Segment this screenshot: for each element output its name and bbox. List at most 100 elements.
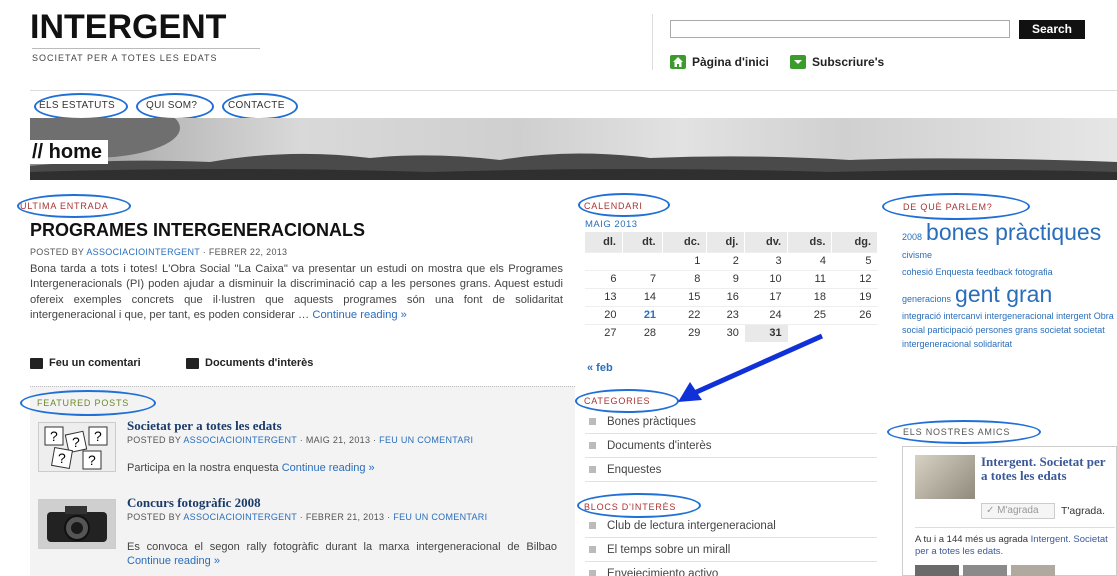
- calendar-day-header: dv.: [744, 232, 789, 252]
- site-title[interactable]: INTERGENT: [30, 8, 226, 47]
- search-input[interactable]: [670, 20, 1010, 38]
- search-button[interactable]: Search: [1019, 20, 1085, 39]
- calendar-day-cell[interactable]: 21: [622, 305, 663, 324]
- continue-reading-link[interactable]: Continue reading »: [312, 309, 407, 321]
- calendar-day-cell: 11: [787, 269, 832, 288]
- calendar-day-cell: 3: [744, 251, 788, 270]
- page-title: // home: [30, 140, 109, 164]
- calendar-day-header: dt.: [622, 232, 663, 252]
- comment-link[interactable]: FEU UN COMENTARI: [379, 435, 473, 445]
- calendar-day-cell: 15: [662, 287, 707, 306]
- post-title[interactable]: PROGRAMES INTERGENERACIONALS: [30, 220, 365, 241]
- tag-link[interactable]: solidaritat: [974, 339, 1013, 349]
- calendar-day-cell: 28: [622, 323, 663, 342]
- tag-link[interactable]: feedback: [976, 267, 1013, 277]
- calendar-month: MAIG 2013: [585, 219, 638, 230]
- tag-link[interactable]: intercanvi intergeneracional: [944, 311, 1054, 321]
- like-button[interactable]: ✓ M'agrada: [981, 503, 1055, 519]
- continue-reading-link[interactable]: Continue reading »: [127, 555, 220, 567]
- author-link[interactable]: ASSOCIACIOINTERGENT: [183, 435, 297, 445]
- comment-link[interactable]: FEU UN COMENTARI: [393, 512, 487, 522]
- continue-reading-link[interactable]: Continue reading »: [282, 462, 375, 474]
- tag-link[interactable]: integració: [902, 311, 941, 321]
- category-item[interactable]: Documents d'interès: [585, 434, 877, 458]
- featured-post-title[interactable]: Concurs fotogràfic 2008: [127, 495, 261, 511]
- category-item[interactable]: Enquestes: [585, 458, 877, 482]
- svg-text:?: ?: [50, 428, 58, 444]
- calendar-day-header: dl.: [585, 232, 623, 252]
- like-status: T'agrada.: [1061, 505, 1106, 517]
- documents-link[interactable]: Documents d'interès: [186, 357, 313, 369]
- comment-link[interactable]: Feu un comentari: [30, 357, 141, 369]
- excerpt-text: Es convoca el segon rally fotogràfic dur…: [127, 541, 557, 553]
- fb-page-name[interactable]: Intergent. Societat per a totes les edat…: [981, 455, 1111, 483]
- calendar-day-cell: 1: [662, 251, 707, 270]
- tag-link[interactable]: intergent: [1056, 311, 1091, 321]
- nav-item-qui-som[interactable]: QUI SOM?: [146, 100, 197, 111]
- calendar-prev-link[interactable]: « feb: [587, 362, 613, 374]
- subscribe-icon: [790, 55, 806, 69]
- post-meta-prefix: POSTED BY: [30, 247, 87, 257]
- blog-link-item[interactable]: Club de lectura intergeneracional: [585, 514, 877, 538]
- category-item[interactable]: Bones pràctiques: [585, 410, 877, 434]
- section-label-friends: ELS NOSTRES AMICS: [903, 427, 1011, 437]
- tag-link[interactable]: Enquesta: [936, 267, 974, 277]
- tag-link[interactable]: generacions: [902, 292, 951, 306]
- header-divider: [652, 14, 653, 70]
- tag-link[interactable]: societat: [1040, 325, 1071, 335]
- blog-link-item[interactable]: Envejecimiento activo: [585, 562, 877, 576]
- calendar-day-header: ds.: [787, 232, 833, 252]
- subscribe-link-label: Subscriure's: [812, 55, 885, 69]
- blog-link-item[interactable]: El temps sobre un mirall: [585, 538, 877, 562]
- excerpt-text: Participa en la nostra enquesta: [127, 462, 282, 474]
- calendar-day-cell: 19: [831, 287, 878, 306]
- section-label-categories: CATEGORIES: [584, 396, 651, 406]
- calendar-body: 1 2 3 4 5 6 7 8 9 10 11 12 13 14 15 16 17 18 19 20 21 22 23 24 2…: [585, 251, 878, 342]
- documents-icon: [186, 357, 199, 369]
- calendar-day-cell: 7: [622, 269, 663, 288]
- calendar-day-header: dc.: [662, 232, 707, 252]
- fans-text: A tu i a 144 més us agrada Intergent. So…: [915, 527, 1115, 558]
- featured-post-excerpt: Es convoca el segon rally fotogràfic dur…: [127, 540, 557, 568]
- svg-text:?: ?: [94, 428, 102, 444]
- nav-top-rule: [30, 90, 1117, 91]
- category-label: Documents d'interès: [607, 439, 712, 452]
- tag-cloud: 2008 bones pràctiques civisme cohesió En…: [902, 221, 1117, 351]
- page-avatar[interactable]: [915, 455, 975, 499]
- tag-link[interactable]: gent gran: [955, 283, 1052, 306]
- post-thumbnail-survey[interactable]: ? ? ? ? ?: [38, 422, 116, 472]
- calendar-day-cell: 22: [662, 305, 707, 324]
- calendar-week-row: 13 14 15 16 17 18 19: [585, 287, 878, 306]
- svg-text:?: ?: [58, 450, 66, 466]
- calendar-day-cell: 20: [585, 305, 623, 324]
- post-author-link[interactable]: ASSOCIACIOINTERGENT: [86, 247, 200, 257]
- nav-item-estatuts[interactable]: ELS ESTATUTS: [39, 100, 115, 111]
- home-link[interactable]: Pàgina d'inici: [670, 55, 769, 69]
- header-banner-image: [30, 118, 1117, 180]
- section-label-calendar: CALENDARI: [584, 201, 643, 211]
- section-label-latest: ÚLTIMA ENTRADA: [20, 201, 109, 211]
- calendar-day-cell: 10: [744, 269, 788, 288]
- tag-link[interactable]: civisme: [902, 250, 932, 260]
- tag-link[interactable]: cohesió: [902, 267, 933, 277]
- tag-link[interactable]: fotografia: [1015, 267, 1053, 277]
- tag-link[interactable]: persones grans: [976, 325, 1038, 335]
- blog-link-label: Envejecimiento activo: [607, 567, 719, 576]
- featured-post-title[interactable]: Societat per a totes les edats: [127, 418, 282, 434]
- calendar-day-cell: 18: [787, 287, 832, 306]
- author-link[interactable]: ASSOCIACIOINTERGENT: [183, 512, 297, 522]
- meta-prefix: POSTED BY: [127, 512, 184, 522]
- nav-item-contacte[interactable]: CONTACTE: [228, 100, 285, 111]
- fan-avatar[interactable]: [915, 565, 959, 576]
- tag-link[interactable]: participació: [928, 325, 974, 335]
- calendar-day-cell: 5: [831, 251, 878, 270]
- fan-avatar[interactable]: [963, 565, 1007, 576]
- tag-link[interactable]: bones pràctiques: [926, 221, 1101, 244]
- tag-link[interactable]: 2008: [902, 230, 922, 244]
- subscribe-link[interactable]: Subscriure's: [790, 55, 884, 69]
- post-meta: POSTED BY ASSOCIACIOINTERGENT · FEBRER 2…: [30, 247, 287, 257]
- calendar-week-row: 12345: [585, 251, 878, 270]
- fan-avatar[interactable]: [1011, 565, 1055, 576]
- svg-text:?: ?: [72, 434, 80, 450]
- post-thumbnail-camera[interactable]: [38, 499, 116, 549]
